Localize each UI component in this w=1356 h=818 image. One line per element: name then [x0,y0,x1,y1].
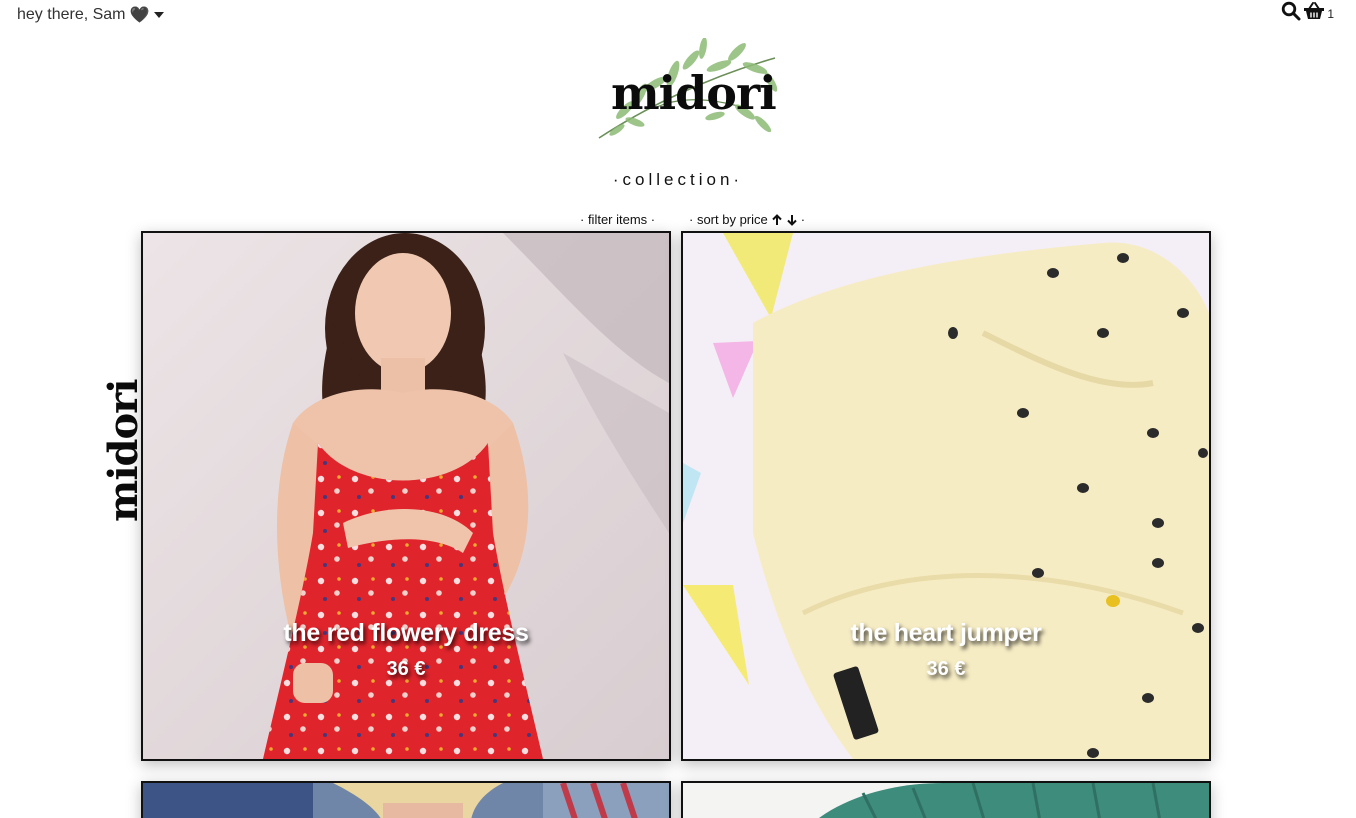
greeting-text: hey there, Sam [17,6,126,23]
product-card[interactable] [141,781,671,818]
product-card[interactable]: the heart jumper 36 € [681,231,1211,761]
heart-icon: 🖤 [129,7,150,24]
sort-label: · sort by price [689,212,768,227]
header-actions: 1 [1281,1,1334,26]
search-icon[interactable] [1281,1,1301,26]
logo-text: midori [611,66,777,120]
product-caption: the heart jumper 36 € [683,619,1209,681]
product-card[interactable] [681,781,1211,818]
page-title: ·collection· [612,170,744,189]
product-caption: the red flowery dress 36 € [143,619,669,681]
filter-items-link[interactable]: · filter items · [580,212,655,227]
cart-count-badge: 1 [1327,7,1334,21]
product-name: the red flowery dress [283,619,529,647]
product-price: 36 € [386,658,426,680]
user-menu[interactable]: hey there, Sam 🖤 [17,5,165,25]
product-image [143,783,669,818]
sort-descending-icon[interactable] [786,214,798,226]
sort-ascending-icon[interactable] [771,213,783,226]
side-brand-text: midori [100,379,147,522]
product-card[interactable]: the red flowery dress 36 € [141,231,671,761]
basket-icon[interactable] [1303,1,1325,26]
product-image [683,783,1209,818]
sort-suffix: · [800,212,806,227]
site-logo[interactable]: midori [595,38,790,143]
product-price: 36 € [926,658,966,680]
product-name: the heart jumper [850,619,1042,647]
caret-down-icon [154,12,165,18]
sort-control: · sort by price · [689,212,805,227]
